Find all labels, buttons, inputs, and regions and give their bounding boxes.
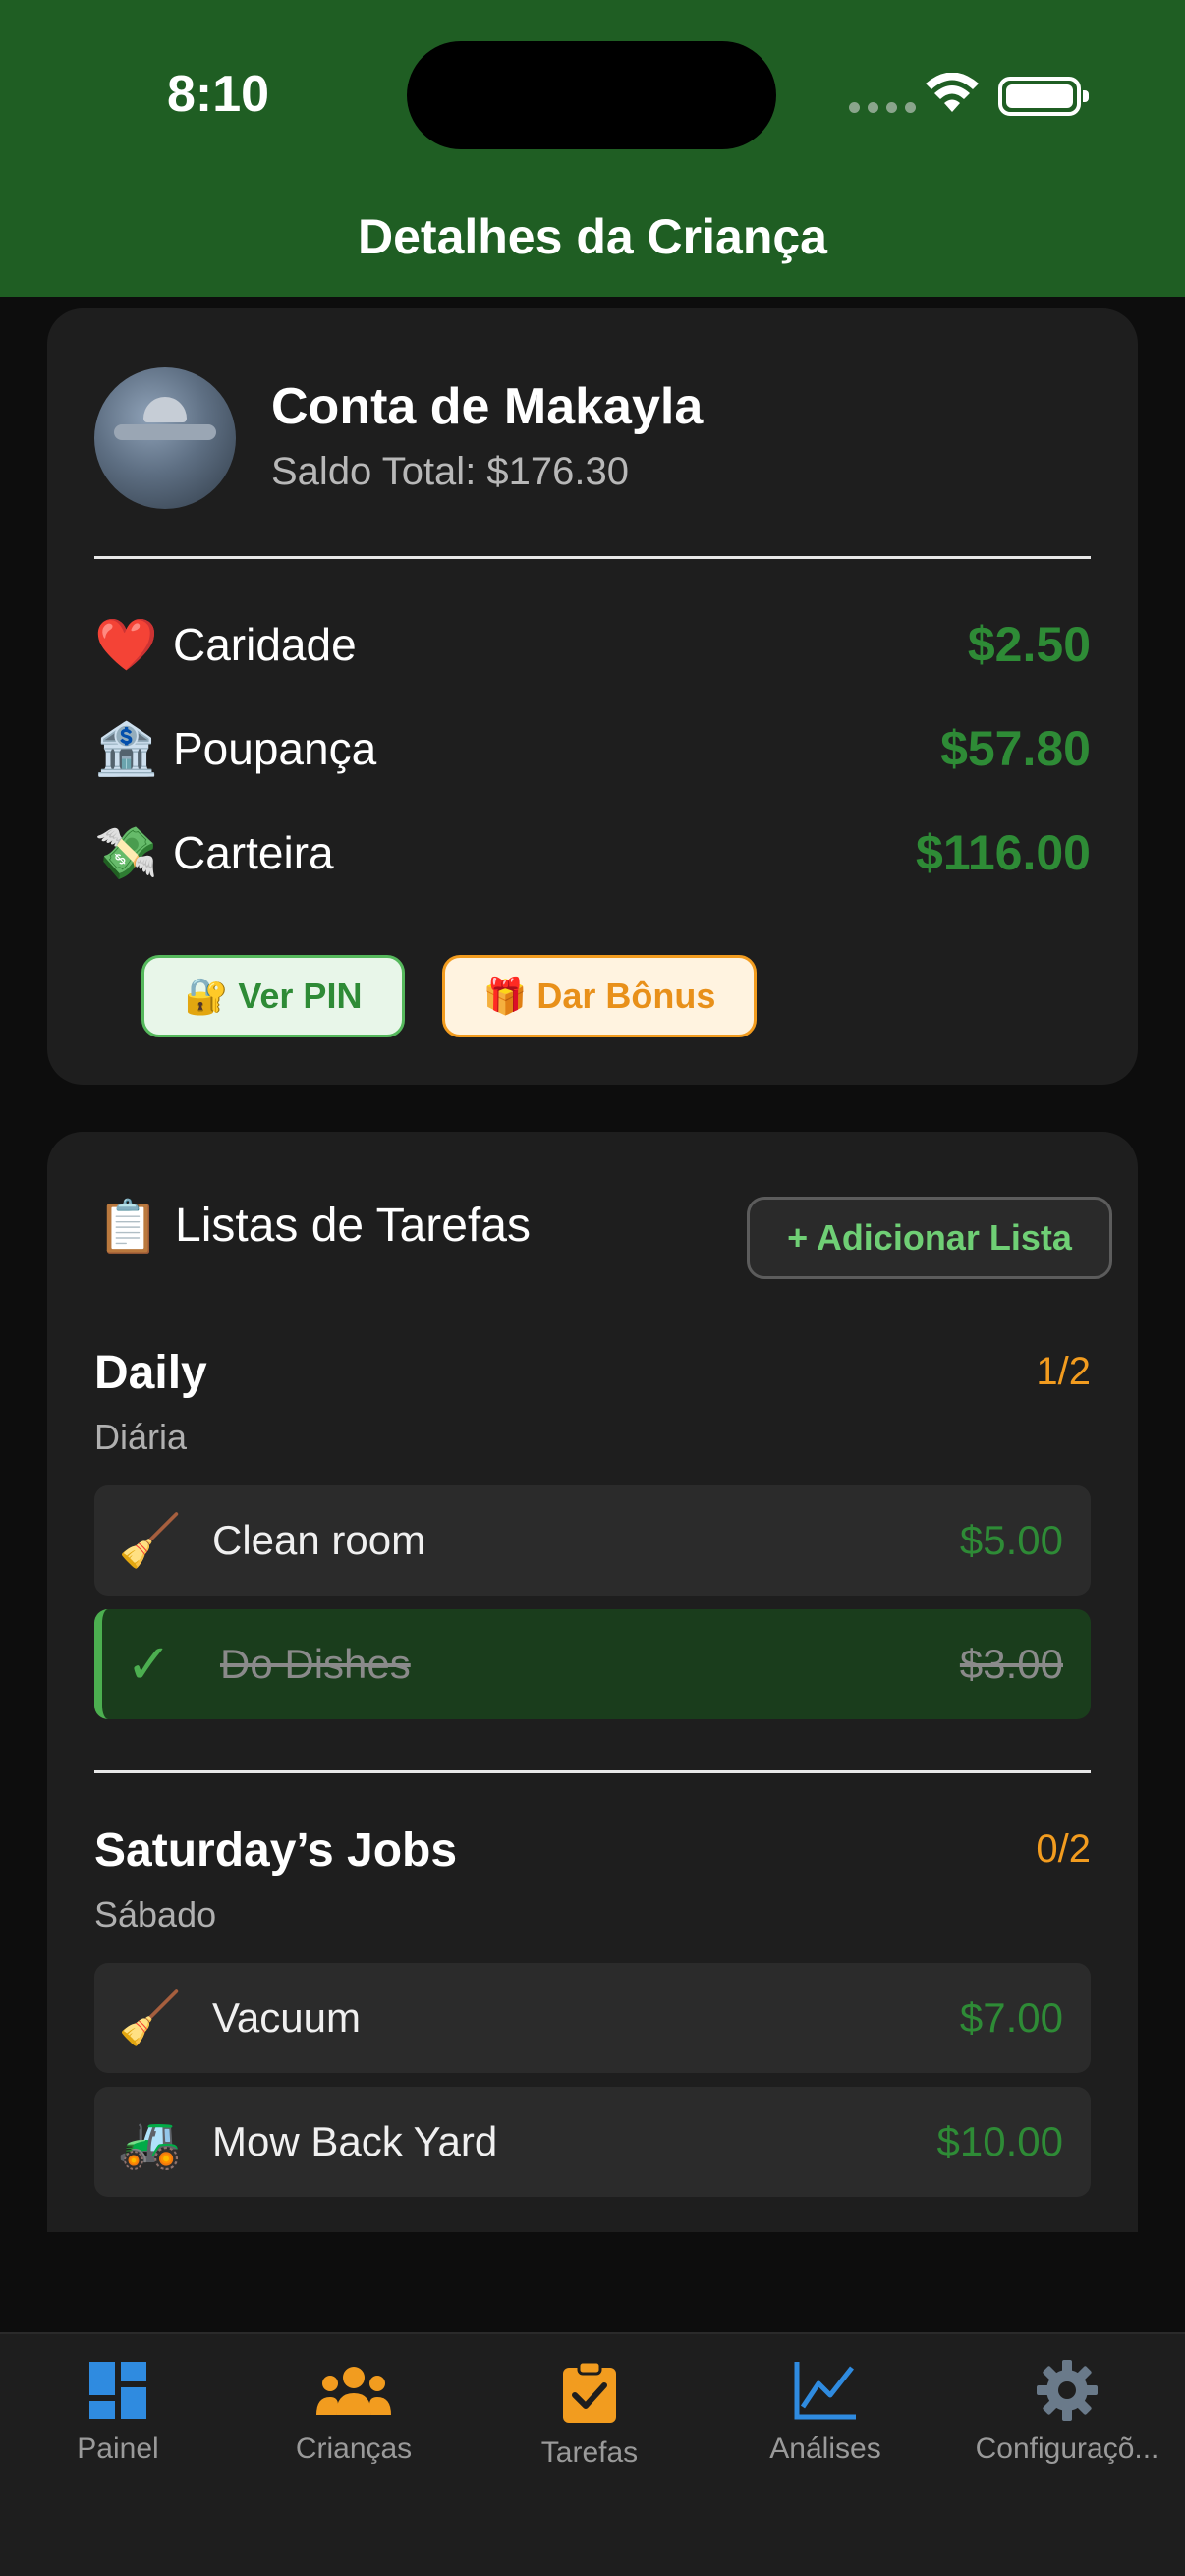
- task-lists-card: 📋 Listas de Tarefas + Adicionar Lista Da…: [47, 1132, 1138, 2232]
- tab-children[interactable]: Crianças: [236, 2360, 472, 2466]
- bank-icon: 🏦: [94, 720, 158, 778]
- tab-label: Crianças: [295, 2433, 413, 2465]
- gift-icon: 🎁: [482, 976, 528, 1016]
- tab-dashboard[interactable]: Painel: [0, 2360, 236, 2466]
- bucket-amount: $116.00: [916, 825, 1091, 880]
- tab-tasks[interactable]: Tarefas: [472, 2360, 707, 2470]
- dynamic-island: [407, 41, 776, 149]
- chore-item[interactable]: 🧹 Clean room $5.00: [94, 1485, 1091, 1596]
- bucket-row-wallet: 💸 Carteira $116.00: [94, 813, 1091, 892]
- chore-amount: $7.00: [959, 1994, 1063, 2041]
- battery-icon: [998, 77, 1089, 116]
- people-icon: [316, 2367, 391, 2415]
- clipboard-check-icon: [563, 2360, 616, 2423]
- give-bonus-label: Dar Bônus: [536, 976, 716, 1016]
- account-card: Conta de Makayla Saldo Total: $176.30 ❤️…: [47, 308, 1138, 1085]
- bucket-label: Caridade: [173, 619, 357, 670]
- chore-amount: $10.00: [936, 2118, 1063, 2164]
- chore-amount: $3.00: [959, 1641, 1063, 1687]
- tab-label: Painel: [77, 2433, 159, 2465]
- avatar: [94, 367, 236, 509]
- bucket-row-savings: 🏦 Poupança $57.80: [94, 709, 1091, 788]
- dashboard-icon: [89, 2362, 146, 2419]
- divider: [94, 1770, 1091, 1773]
- tab-label: Tarefas: [540, 2436, 639, 2469]
- tab-label: Análises: [769, 2433, 881, 2465]
- bucket-row-charity: ❤️ Caridade $2.50: [94, 605, 1091, 684]
- cellular-signal-icon: [849, 102, 916, 113]
- task-lists-title: Listas de Tarefas: [175, 1200, 531, 1252]
- bucket-amount: $2.50: [967, 617, 1091, 672]
- tab-settings[interactable]: Configuraçõ...: [949, 2360, 1185, 2466]
- app-header: 8:10 Detalhes da Criança: [0, 0, 1185, 297]
- tab-analytics[interactable]: Análises: [707, 2360, 943, 2466]
- tab-bar: Painel Crianças Tarefas Análises Configu…: [0, 2332, 1185, 2576]
- bucket-label: Poupança: [173, 723, 377, 774]
- list-frequency: Diária: [94, 1417, 188, 1457]
- broom-icon: 🧹: [118, 1512, 182, 1570]
- chore-name: Mow Back Yard: [212, 2118, 498, 2164]
- divider: [94, 556, 1091, 559]
- chore-name: Vacuum: [212, 1994, 361, 2041]
- chore-name: Clean room: [212, 1517, 426, 1563]
- heart-icon: ❤️: [94, 616, 158, 674]
- account-name: Conta de Makayla: [271, 378, 704, 435]
- list-name[interactable]: Saturday’s Jobs: [94, 1823, 457, 1877]
- bucket-amount: $57.80: [940, 721, 1091, 776]
- chart-line-icon: [794, 2362, 856, 2420]
- chore-item[interactable]: 🚜 Mow Back Yard $10.00: [94, 2087, 1091, 2197]
- tractor-icon: 🚜: [118, 2113, 182, 2171]
- clipboard-icon: 📋: [96, 1199, 160, 1256]
- list-progress-count: 1/2: [1036, 1350, 1091, 1393]
- broom-icon: 🧹: [118, 1989, 182, 2047]
- chore-name: Do Dishes: [220, 1641, 411, 1687]
- chore-item-completed[interactable]: ✓ Do Dishes $3.00: [94, 1609, 1091, 1719]
- bucket-label: Carteira: [173, 827, 334, 878]
- page-title: Detalhes da Criança: [358, 209, 827, 264]
- status-time: 8:10: [167, 66, 270, 123]
- give-bonus-button[interactable]: 🎁 Dar Bônus: [442, 955, 757, 1037]
- list-frequency: Sábado: [94, 1894, 217, 1934]
- list-progress-count: 0/2: [1036, 1827, 1091, 1871]
- tab-label: Configuraçõ...: [975, 2433, 1159, 2465]
- add-list-button[interactable]: + Adicionar Lista: [747, 1197, 1112, 1279]
- view-pin-button[interactable]: 🔐 Ver PIN: [141, 955, 405, 1037]
- chore-item[interactable]: 🧹 Vacuum $7.00: [94, 1963, 1091, 2073]
- view-pin-label: Ver PIN: [238, 976, 363, 1016]
- gear-icon: [1037, 2360, 1098, 2421]
- money-wings-icon: 💸: [94, 824, 158, 882]
- chore-amount: $5.00: [959, 1517, 1063, 1563]
- checkmark-icon: ✓: [126, 1633, 172, 1695]
- list-name[interactable]: Daily: [94, 1346, 207, 1400]
- wifi-icon: [926, 73, 979, 112]
- total-balance: Saldo Total: $176.30: [271, 450, 630, 493]
- lock-key-icon: 🔐: [184, 976, 229, 1016]
